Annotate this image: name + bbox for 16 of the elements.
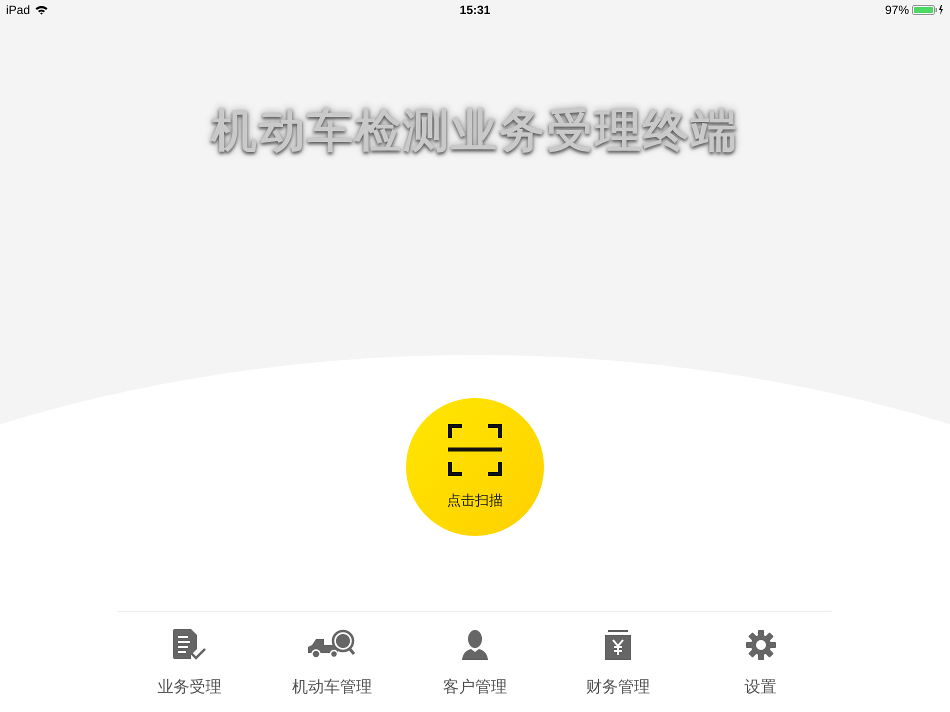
tab-bar-item[interactable]: 财务管理 xyxy=(546,612,690,712)
document-check-icon xyxy=(171,629,208,661)
settings-icon xyxy=(746,630,776,660)
tab-bar-item[interactable]: 设置 xyxy=(689,612,832,712)
device-name: iPad xyxy=(6,2,30,19)
battery-charging-icon xyxy=(912,5,944,15)
wifi-icon xyxy=(35,5,48,15)
scan-frame-icon xyxy=(448,424,502,476)
person-icon xyxy=(460,629,489,661)
tab-bar-item[interactable]: 业务受理 xyxy=(118,612,261,712)
app-title: 机动车检测业务受理终端 xyxy=(209,102,740,159)
tab-bar-item[interactable]: 机动车管理 xyxy=(260,612,404,712)
yen-box-icon xyxy=(604,630,632,660)
battery-percentage: 97% xyxy=(884,2,909,19)
status-time: 15:31 xyxy=(460,2,490,19)
tab-bar-item[interactable]: 客户管理 xyxy=(404,612,546,712)
